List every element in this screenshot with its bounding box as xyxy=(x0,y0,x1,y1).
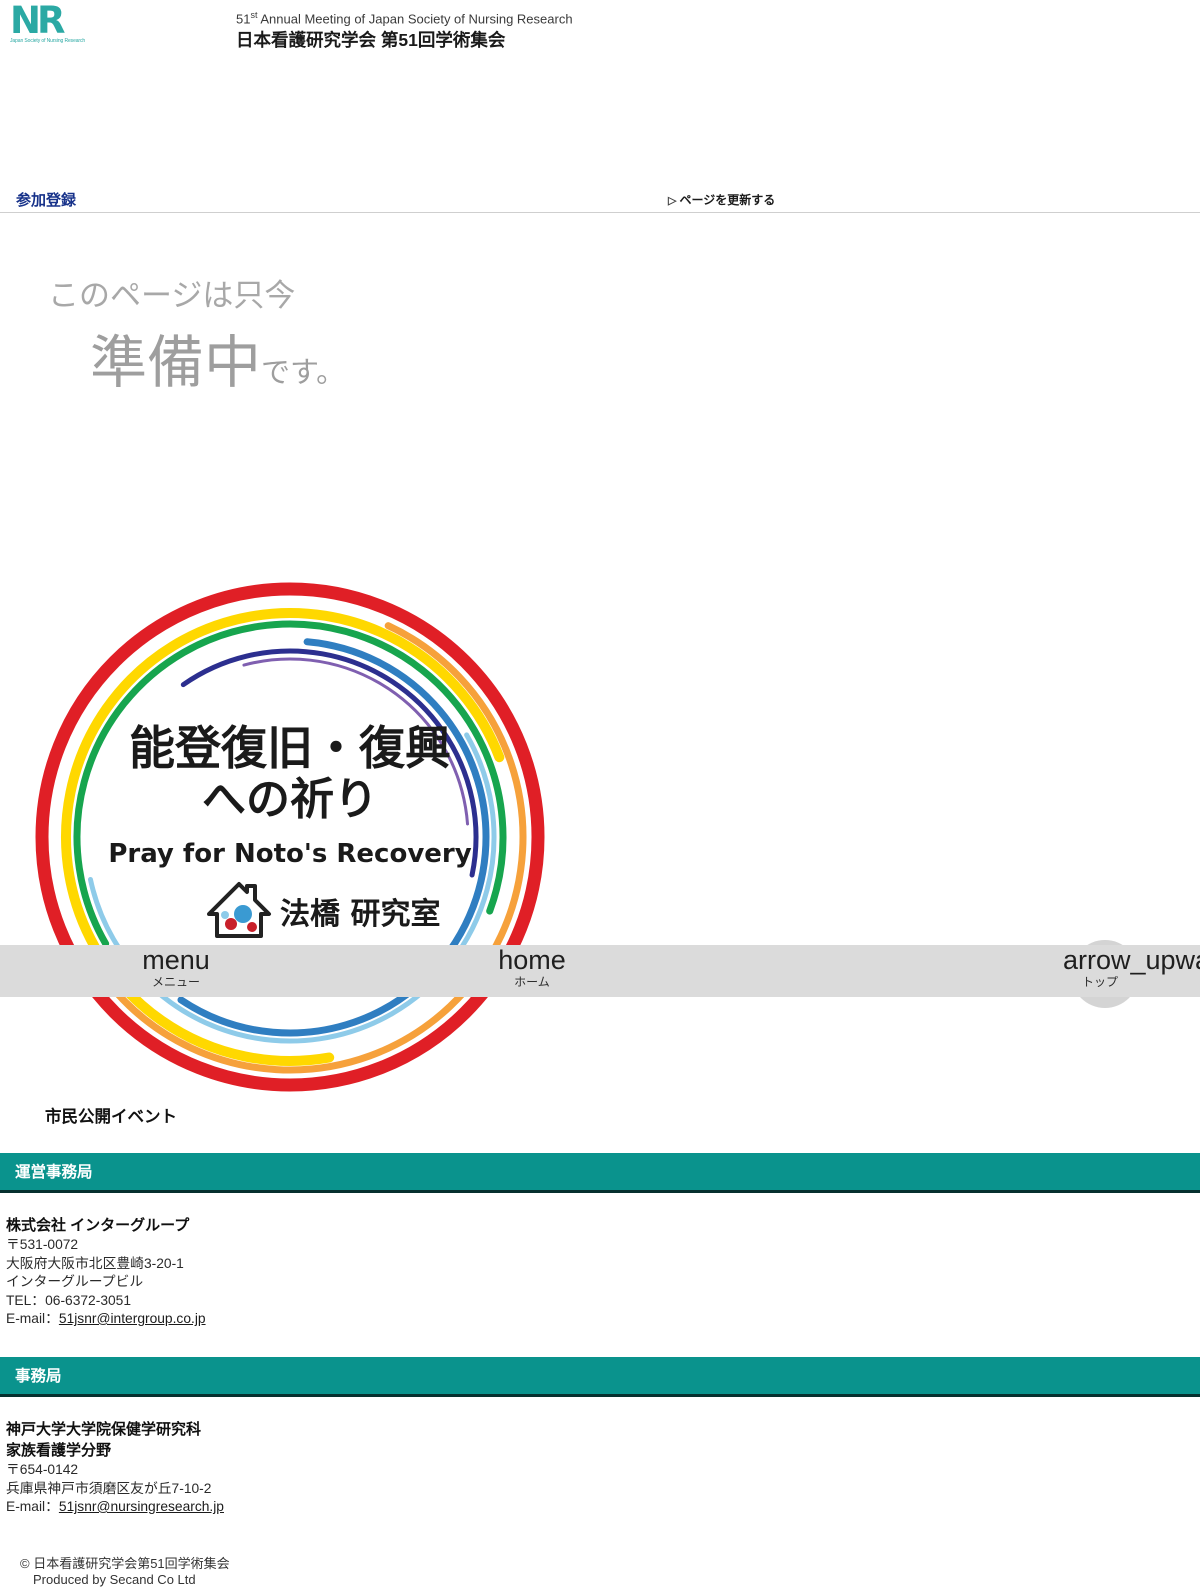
menu-icon: menu xyxy=(142,945,210,975)
home-label: ホーム xyxy=(514,975,550,989)
produced-by-text: Produced by Secand Co Ltd xyxy=(33,1572,196,1587)
section-body: 神戸大学大学院保健学研究科 家族看護学分野 〒654-0142 兵庫県神戸市須磨… xyxy=(6,1419,1200,1517)
header-divider xyxy=(0,212,1200,213)
lab-house-icon xyxy=(207,882,271,938)
org-name: 神戸大学大学院保健学研究科 xyxy=(6,1421,202,1438)
poster-title-line1: 能登復旧・復興 xyxy=(129,721,451,775)
triangle-icon: ▷ xyxy=(668,195,677,207)
address-line: 兵庫県神戸市須磨区友が丘7-10-2 xyxy=(6,1480,212,1496)
registration-link[interactable]: 参加登録 xyxy=(16,189,76,210)
site-titles: 51st Annual Meeting of Japan Society of … xyxy=(236,7,573,52)
email-link[interactable]: 51jsnr@intergroup.co.jp xyxy=(59,1311,206,1326)
address-line: 大阪府大阪市北区豊崎3-20-1 xyxy=(6,1255,184,1271)
refresh-page-button[interactable]: ▷ ページを更新する xyxy=(668,191,775,208)
poster-lab-name: 法橋 研究室 xyxy=(280,897,440,932)
site-header: NR Japan Society of Nursing Research 51s… xyxy=(0,0,1200,52)
address-line: 〒531-0072 xyxy=(6,1237,79,1252)
nav-item-menu[interactable]: menu メニュー xyxy=(116,945,236,990)
logo-nr-mark: NR xyxy=(10,0,65,42)
secretariat-section: 事務局 神戸大学大学院保健学研究科 家族看護学分野 〒654-0142 兵庫県神… xyxy=(0,1357,1200,1517)
title-number: 51 xyxy=(236,11,251,27)
poster-subtitle-en: Pray for Noto's Recovery xyxy=(108,839,471,869)
section-heading-label: 事務局 xyxy=(15,1368,62,1385)
email-line: E-mail：51jsnr@intergroup.co.jp xyxy=(6,1310,1200,1329)
section-heading-label: 運営事務局 xyxy=(15,1164,93,1181)
construction-line2: 準備中です。 xyxy=(90,332,345,394)
poster-title-line2: への祈り xyxy=(202,774,378,825)
under-construction-message: このページは只今 準備中です。 xyxy=(0,276,345,394)
nav-item-home[interactable]: home ホーム xyxy=(472,945,592,990)
public-event-heading: 市民公開イベント xyxy=(45,1108,177,1126)
refresh-page-label: ページを更新する xyxy=(679,193,776,207)
email-line: E-mail：51jsnr@nursingresearch.jp xyxy=(6,1498,1200,1517)
section-body: 株式会社 インターグループ 〒531-0072 大阪府大阪市北区豊崎3-20-1… xyxy=(6,1215,1200,1329)
email-link[interactable]: 51jsnr@nursingresearch.jp xyxy=(59,1499,224,1514)
logo-subtext: Japan Society of Nursing Research xyxy=(10,38,86,44)
section-heading-bar: 運営事務局 xyxy=(0,1153,1200,1193)
site-title-en: 51st Annual Meeting of Japan Society of … xyxy=(236,7,573,27)
menu-label: メニュー xyxy=(151,975,200,989)
arrow-upward-icon: arrow_upward xyxy=(1063,945,1200,975)
address-line: 〒654-0142 xyxy=(6,1462,79,1477)
site-logo[interactable]: NR Japan Society of Nursing Research xyxy=(10,0,90,44)
operating-office-section: 運営事務局 株式会社 インターグループ 〒531-0072 大阪府大阪市北区豊崎… xyxy=(0,1153,1200,1329)
email-label: E-mail： xyxy=(6,1311,59,1326)
construction-line1: このページは只今 xyxy=(48,278,296,313)
title-en-rest: Annual Meeting of Japan Society of Nursi… xyxy=(257,11,573,27)
address-line: インターグループビル xyxy=(6,1274,144,1289)
page-footer: © 日本看護研究学会第51回学術集会 Produced by Secand Co… xyxy=(20,1556,230,1588)
noto-recovery-poster: 能登復旧・復興 への祈り Pray for Noto's Recovery 法橋… xyxy=(25,572,555,1102)
rainbow-rings-graphic: 能登復旧・復興 への祈り Pray for Noto's Recovery 法橋… xyxy=(35,582,545,1092)
site-title-jp: 日本看護研究学会 第51回学術集会 xyxy=(236,30,506,51)
home-icon: home xyxy=(498,945,566,975)
address-line: TEL：06-6372-3051 xyxy=(6,1292,132,1308)
section-heading-bar: 事務局 xyxy=(0,1357,1200,1397)
top-label: トップ xyxy=(1081,975,1118,989)
construction-small-text: です。 xyxy=(261,357,346,389)
org-name: 家族看護学分野 xyxy=(6,1442,112,1459)
construction-big-text: 準備中 xyxy=(90,331,261,395)
email-label: E-mail： xyxy=(6,1499,59,1514)
org-name: 株式会社 インターグループ xyxy=(6,1217,190,1234)
copyright-text: © 日本看護研究学会第51回学術集会 xyxy=(20,1556,230,1571)
